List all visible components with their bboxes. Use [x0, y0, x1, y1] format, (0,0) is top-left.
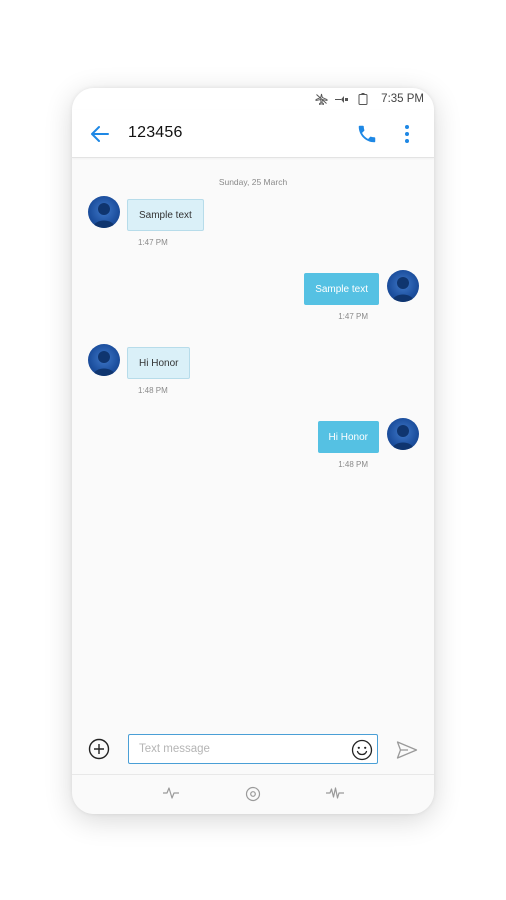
back-gesture-icon[interactable] [162, 786, 180, 805]
message-time: 1:48 PM [338, 460, 368, 469]
composer [72, 728, 434, 774]
avatar[interactable] [88, 344, 120, 376]
message-bubble-incoming[interactable]: Sample text [127, 199, 204, 231]
message-input-box[interactable] [128, 734, 378, 764]
date-separator: Sunday, 25 March [218, 177, 288, 187]
recents-gesture-icon[interactable] [325, 786, 345, 805]
more-vertical-icon[interactable] [396, 122, 418, 146]
message-time: 1:47 PM [338, 312, 368, 321]
message-thread[interactable]: Sunday, 25 March Sample text 1:47 PM Sam… [72, 158, 434, 728]
send-icon[interactable] [396, 740, 418, 760]
message-bubble-incoming[interactable]: Hi Honor [127, 347, 191, 379]
system-nav-bar [72, 774, 434, 814]
battery-icon [358, 93, 368, 105]
signal-icon [335, 94, 351, 105]
message-bubble-outgoing[interactable]: Hi Honor [317, 421, 379, 453]
message-time: 1:47 PM [138, 238, 168, 247]
message-time: 1:48 PM [138, 386, 168, 395]
contact-title: 123456 [128, 124, 183, 141]
home-icon[interactable] [245, 786, 261, 807]
add-circle-icon[interactable] [88, 738, 110, 760]
phone-icon[interactable] [356, 123, 378, 145]
arrow-left-icon[interactable] [88, 122, 112, 146]
avatar[interactable] [387, 270, 419, 302]
message-input[interactable] [139, 735, 339, 763]
emoji-icon[interactable] [351, 739, 373, 761]
phone-screen: 7:35 PM 123456 Sunday, 25 March Sample t… [72, 88, 434, 814]
status-bar: 7:35 PM [72, 88, 434, 110]
avatar[interactable] [88, 196, 120, 228]
avatar[interactable] [387, 418, 419, 450]
airplane-off-icon [315, 93, 328, 105]
status-time: 7:35 PM [381, 93, 424, 105]
app-bar: 123456 [72, 110, 434, 158]
message-bubble-outgoing[interactable]: Sample text [304, 273, 379, 305]
